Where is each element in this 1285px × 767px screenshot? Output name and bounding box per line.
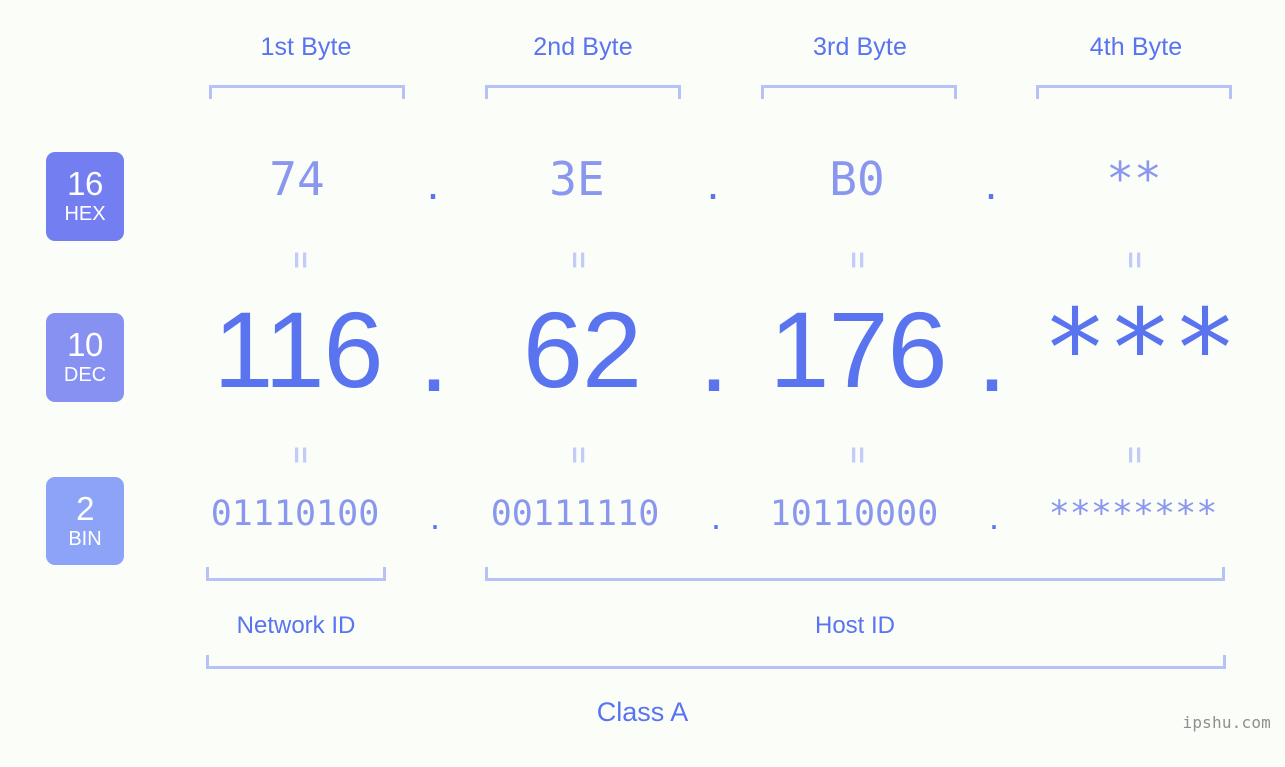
host-id-label: Host ID bbox=[814, 612, 895, 639]
base-badge-bin: 2 BIN bbox=[46, 477, 124, 565]
hex-byte-3: B0 bbox=[829, 152, 885, 206]
equals-sign-dec-bin-2: = bbox=[562, 446, 595, 464]
dec-byte-3: 176 bbox=[769, 289, 947, 410]
class-label: Class A bbox=[596, 697, 689, 727]
base-badge-dec-abbr: DEC bbox=[63, 364, 107, 386]
base-badge-dec: 10 DEC bbox=[46, 313, 124, 402]
dec-separator-1: . bbox=[418, 293, 449, 414]
host-id-bracket bbox=[485, 567, 1225, 581]
network-id-bracket bbox=[206, 567, 386, 581]
base-badge-bin-abbr: BIN bbox=[68, 528, 102, 550]
network-id-label: Network ID bbox=[236, 612, 356, 639]
base-badge-dec-number: 10 bbox=[67, 326, 103, 363]
dec-separator-2: . bbox=[698, 293, 729, 414]
hex-separator-1: . bbox=[426, 157, 440, 209]
dec-byte-4: *** bbox=[1042, 287, 1238, 412]
ip-breakdown-diagram: 1st Byte 2nd Byte 3rd Byte 4th Byte 16 H… bbox=[0, 0, 1285, 767]
byte-bracket-4 bbox=[1036, 85, 1232, 99]
equals-sign-hex-dec-4: = bbox=[1118, 251, 1151, 269]
byte-header-4: 4th Byte bbox=[1089, 33, 1183, 61]
bin-separator-2: . bbox=[710, 496, 721, 537]
dec-separator-3: . bbox=[976, 293, 1007, 414]
base-badge-hex: 16 HEX bbox=[46, 152, 124, 241]
base-badge-hex-number: 16 bbox=[67, 165, 103, 202]
bin-byte-1: 01110100 bbox=[210, 494, 380, 534]
dec-byte-1: 116 bbox=[213, 289, 383, 410]
hex-separator-3: . bbox=[984, 157, 998, 209]
base-badge-bin-number: 2 bbox=[76, 490, 94, 527]
class-bracket bbox=[206, 655, 1226, 669]
dec-byte-2: 62 bbox=[522, 289, 642, 410]
bin-separator-1: . bbox=[429, 496, 440, 537]
byte-bracket-1 bbox=[209, 85, 405, 99]
hex-byte-2: 3E bbox=[549, 152, 605, 206]
equals-sign-hex-dec-3: = bbox=[841, 251, 874, 269]
equals-sign-dec-bin-4: = bbox=[1118, 446, 1151, 464]
hex-byte-4: ** bbox=[1106, 152, 1162, 206]
byte-header-3: 3rd Byte bbox=[813, 33, 907, 61]
byte-header-2: 2nd Byte bbox=[533, 33, 633, 61]
equals-sign-hex-dec-2: = bbox=[562, 251, 595, 269]
bin-separator-3: . bbox=[988, 496, 999, 537]
byte-bracket-2 bbox=[485, 85, 681, 99]
bin-byte-3: 10110000 bbox=[769, 494, 939, 534]
bin-byte-2: 00111110 bbox=[490, 494, 660, 534]
equals-sign-hex-dec-1: = bbox=[284, 251, 317, 269]
byte-bracket-3 bbox=[761, 85, 957, 99]
site-watermark: ipshu.com bbox=[1182, 713, 1271, 732]
hex-separator-2: . bbox=[706, 157, 720, 209]
bin-byte-4: ******** bbox=[1048, 494, 1218, 534]
equals-sign-dec-bin-3: = bbox=[841, 446, 874, 464]
hex-byte-1: 74 bbox=[269, 152, 325, 206]
base-badge-hex-abbr: HEX bbox=[64, 203, 106, 225]
equals-sign-dec-bin-1: = bbox=[284, 446, 317, 464]
byte-header-1: 1st Byte bbox=[260, 33, 352, 61]
